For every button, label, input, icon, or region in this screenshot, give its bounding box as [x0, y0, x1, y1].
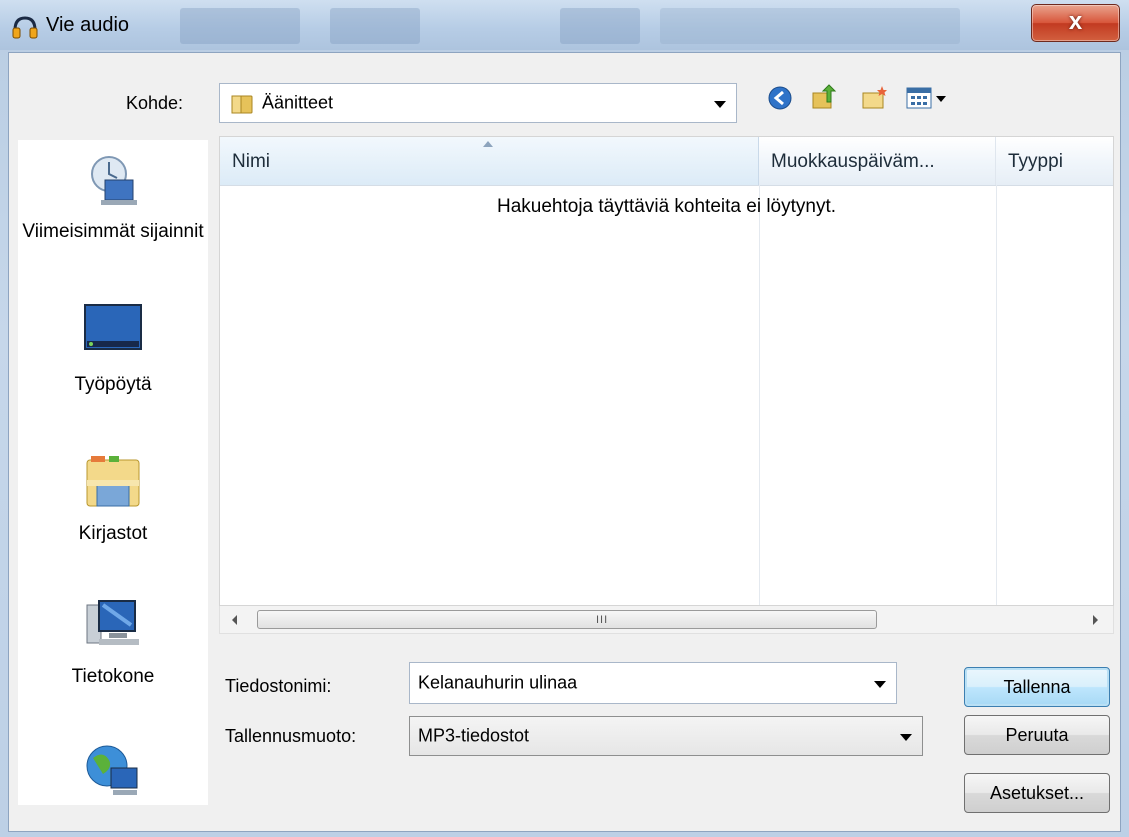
format-select[interactable]: MP3-tiedostot — [409, 716, 923, 756]
background-blur — [330, 8, 420, 44]
scroll-right-icon[interactable] — [1093, 615, 1098, 625]
place-label: Kirjastot — [78, 523, 148, 544]
network-icon — [86, 745, 138, 795]
filename-input[interactable]: Kelanauhurin ulinaa — [418, 673, 577, 694]
chevron-down-icon[interactable] — [874, 681, 886, 688]
cancel-button[interactable]: Peruuta — [964, 715, 1110, 755]
column-divider — [996, 185, 997, 605]
filename-label: Tiedostonimi: — [225, 676, 332, 696]
format-value: MP3-tiedostot — [418, 725, 530, 746]
background-blur — [180, 8, 300, 44]
background-blur — [660, 8, 960, 44]
view-menu-icon[interactable] — [905, 84, 951, 112]
location-combobox[interactable]: Äänitteet — [219, 83, 737, 123]
chevron-down-icon[interactable] — [714, 101, 726, 108]
save-button[interactable]: Tallenna — [964, 667, 1110, 707]
column-header-type[interactable]: Tyyppi — [996, 137, 1113, 185]
sort-ascending-icon — [483, 141, 493, 147]
empty-list-message: Hakuehtoja täyttäviä kohteita ei löytyny… — [496, 196, 837, 217]
computer-icon — [86, 600, 139, 645]
column-label: Muokkauspäiväm... — [771, 151, 935, 172]
place-computer[interactable]: Tietokone — [18, 595, 208, 689]
places-bar: Viimeisimmät sijainnit Työpöytä Kirjasto… — [18, 140, 208, 805]
recent-places-icon — [91, 156, 137, 205]
format-label: Tallennusmuoto: — [225, 726, 357, 746]
scrollbar-thumb[interactable]: III — [257, 610, 877, 629]
scroll-left-icon[interactable] — [232, 615, 237, 625]
place-label: Tietokone — [71, 666, 155, 687]
back-icon[interactable] — [766, 84, 794, 112]
libraries-icon — [86, 456, 140, 507]
horizontal-scrollbar[interactable]: III — [219, 606, 1114, 634]
column-divider — [759, 185, 760, 605]
file-list-header: Nimi Muokkauspäiväm... Tyyppi — [220, 137, 1113, 186]
title-bar[interactable]: Vie audio x — [0, 0, 1129, 50]
place-label: Viimeisimmät sijainnit — [22, 221, 204, 242]
column-label: Nimi — [232, 151, 270, 172]
filename-combobox[interactable]: Kelanauhurin ulinaa — [409, 662, 897, 704]
place-libraries[interactable]: Kirjastot — [18, 452, 208, 546]
chevron-down-icon[interactable] — [900, 734, 912, 741]
close-icon: x — [1068, 8, 1083, 35]
background-blur — [560, 8, 640, 44]
export-audio-dialog: Vie audio x Kohde: Äänitteet Viimeisimmä… — [0, 0, 1129, 837]
options-button[interactable]: Asetukset... — [964, 773, 1110, 813]
desktop-icon — [84, 304, 142, 350]
location-value: Äänitteet — [262, 92, 334, 113]
window-title: Vie audio — [46, 14, 130, 36]
folder-icon — [231, 95, 253, 114]
column-label: Tyyppi — [1008, 151, 1063, 172]
place-recent[interactable]: Viimeisimmät sijainnit — [18, 150, 208, 244]
up-folder-icon[interactable] — [810, 84, 838, 112]
place-label: Työpöytä — [74, 374, 152, 395]
close-button[interactable]: x — [1031, 4, 1120, 42]
column-header-name[interactable]: Nimi — [220, 137, 759, 185]
new-folder-icon[interactable] — [860, 84, 888, 112]
scrollbar-grip: III — [596, 614, 609, 626]
headphones-icon — [12, 16, 38, 39]
location-label: Kohde: — [126, 93, 184, 113]
place-desktop[interactable]: Työpöytä — [18, 303, 208, 397]
place-network[interactable] — [18, 740, 208, 805]
column-header-modified[interactable]: Muokkauspäiväm... — [759, 137, 996, 185]
file-list[interactable]: Nimi Muokkauspäiväm... Tyyppi Hakuehtoja… — [219, 136, 1114, 606]
